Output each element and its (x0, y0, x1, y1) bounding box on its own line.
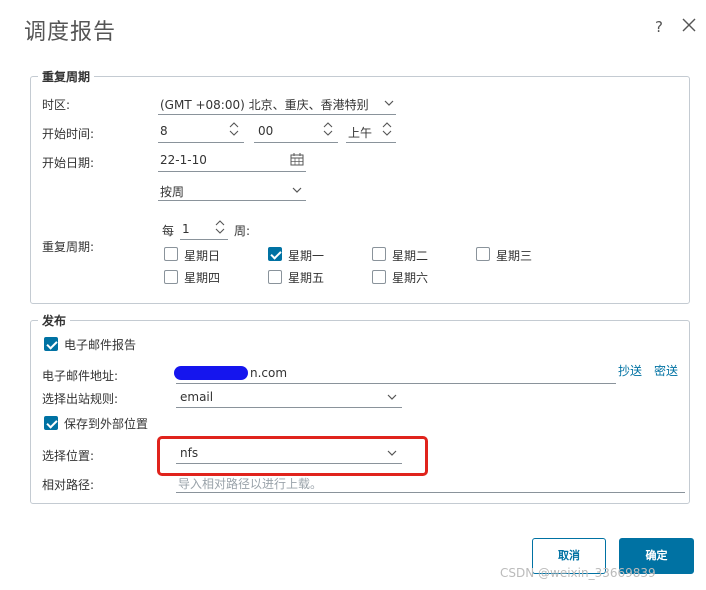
timezone-label: 时区: (42, 98, 71, 112)
day-checkbox-tue[interactable] (372, 247, 386, 261)
help-icon[interactable]: ? (655, 18, 663, 36)
day-checkbox-fri[interactable] (268, 270, 282, 284)
day-checkbox-sun[interactable] (164, 247, 178, 261)
day-label-mon: 星期一 (288, 249, 325, 263)
email-report-checkbox[interactable] (44, 337, 58, 351)
day-label-tue: 星期二 (392, 249, 429, 263)
day-label-fri: 星期五 (288, 271, 325, 285)
day-label-sat: 星期六 (392, 271, 429, 285)
minute-underline (254, 142, 338, 143)
chevron-down-icon (292, 187, 302, 193)
minute-stepper-icon[interactable] (323, 121, 333, 137)
every-value-input[interactable]: 1 (182, 222, 190, 236)
start-date-underline (158, 171, 306, 172)
email-report-label: 电子邮件报告 (64, 338, 137, 352)
every-stepper-icon[interactable] (215, 219, 225, 235)
outbound-underline (176, 407, 402, 408)
highlight-box (157, 436, 428, 476)
outbound-rule-select[interactable]: email (180, 390, 213, 404)
email-address-label: 电子邮件地址: (42, 369, 119, 383)
hour-underline (158, 142, 244, 143)
relative-path-input[interactable]: 导入相对路径以进行上载。 (178, 475, 322, 492)
chevron-down-icon (384, 100, 394, 106)
hour-stepper-icon[interactable] (229, 121, 239, 137)
start-time-label: 开始时间: (42, 127, 95, 141)
outbound-rule-label: 选择出站规则: (42, 392, 119, 406)
repeat-label: 重复周期: (42, 240, 95, 254)
publish-legend: 发布 (38, 312, 71, 329)
email-underline (176, 383, 616, 384)
day-label-sun: 星期日 (184, 249, 221, 263)
every-underline (180, 239, 228, 240)
ampm-stepper-icon[interactable] (382, 121, 392, 137)
recurrence-legend: 重复周期 (38, 68, 95, 85)
every-suffix: 周: (234, 224, 251, 238)
email-address-input[interactable]: n.com (250, 366, 287, 380)
day-checkbox-wed[interactable] (476, 247, 490, 261)
watermark: CSDN @weixin_33669839 (500, 566, 656, 580)
location-label: 选择位置: (42, 449, 95, 463)
redacted-email (174, 366, 248, 380)
day-checkbox-sat[interactable] (372, 270, 386, 284)
start-date-label: 开始日期: (42, 156, 95, 170)
day-checkbox-thu[interactable] (164, 270, 178, 284)
relative-path-underline (176, 492, 685, 493)
save-external-label: 保存到外部位置 (64, 417, 149, 431)
save-external-checkbox[interactable] (44, 416, 58, 430)
frequency-underline (158, 200, 306, 201)
ampm-underline (346, 142, 396, 143)
bcc-link[interactable]: 密送 (654, 362, 678, 379)
start-date-input[interactable]: 22-1-10 (160, 153, 207, 167)
start-minute-input[interactable]: 00 (258, 124, 273, 138)
timezone-underline (158, 114, 396, 115)
calendar-icon[interactable] (290, 152, 304, 166)
start-ampm-select[interactable]: 上午 (348, 124, 372, 141)
cc-link[interactable]: 抄送 (618, 362, 642, 379)
day-label-wed: 星期三 (496, 249, 533, 263)
every-prefix: 每 (162, 224, 175, 238)
timezone-select[interactable]: (GMT +08:00) 北京、重庆、香港特别 (160, 96, 382, 113)
dialog-title: 调度报告 (24, 20, 117, 45)
close-icon[interactable] (680, 16, 698, 34)
frequency-select[interactable]: 按周 (160, 183, 184, 200)
chevron-down-icon (387, 394, 397, 400)
day-checkbox-mon[interactable] (268, 247, 282, 261)
start-hour-input[interactable]: 8 (160, 124, 168, 138)
relative-path-label: 相对路径: (42, 478, 95, 492)
day-label-thu: 星期四 (184, 271, 221, 285)
